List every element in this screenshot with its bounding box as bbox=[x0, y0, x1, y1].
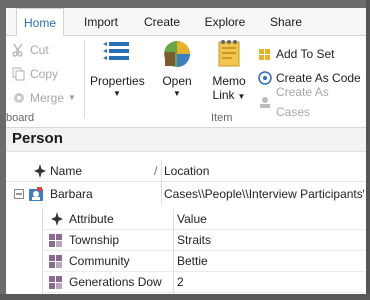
case-name: Barbara bbox=[50, 187, 93, 201]
attributes-header-row: Attribute Value bbox=[43, 209, 366, 230]
section-header: Person bbox=[6, 128, 366, 152]
chevron-down-icon: ▼ bbox=[237, 92, 246, 101]
ribbon-tabs: Home Import Create Explore Share bbox=[6, 8, 366, 37]
properties-icon bbox=[101, 38, 133, 70]
ribbon-separator bbox=[84, 40, 85, 118]
attribute-icon bbox=[49, 276, 63, 289]
attribute-value[interactable]: 2 bbox=[177, 272, 327, 293]
add-to-set-icon bbox=[258, 47, 272, 61]
attribute-value[interactable]: Straits bbox=[177, 230, 327, 251]
merge-button[interactable]: Merge ▼ bbox=[12, 88, 76, 108]
attribute-value[interactable]: Bettie bbox=[177, 251, 327, 272]
copy-icon bbox=[12, 67, 26, 81]
column-divider bbox=[173, 209, 174, 294]
tab-home[interactable]: Home bbox=[16, 8, 64, 37]
memo-link-button[interactable]: Memo Link ▼ bbox=[204, 38, 254, 103]
open-button[interactable]: Open ▼ bbox=[152, 38, 202, 100]
add-to-set-button[interactable]: Add To Set bbox=[258, 44, 335, 64]
attribute-icon bbox=[49, 255, 63, 268]
collapse-toggle[interactable] bbox=[14, 183, 26, 205]
open-label: Open bbox=[162, 74, 192, 88]
window-shadow-bottom bbox=[0, 294, 370, 300]
item-group-label: Item bbox=[211, 112, 233, 124]
sparkle-icon bbox=[51, 209, 65, 230]
attributes-grid: Attribute Value Township Straits Communi… bbox=[42, 209, 366, 294]
clipboard-group-label: board bbox=[6, 112, 35, 124]
cut-button[interactable]: Cut bbox=[12, 40, 49, 60]
case-icon bbox=[28, 183, 46, 205]
copy-label: Copy bbox=[30, 67, 59, 81]
tab-create[interactable]: Create bbox=[138, 8, 186, 36]
create-cases-icon bbox=[258, 95, 272, 109]
sparkle-icon bbox=[34, 160, 48, 182]
table-row[interactable]: Community Bettie bbox=[43, 251, 366, 272]
scissors-icon bbox=[12, 43, 26, 57]
column-header-name[interactable]: Name bbox=[50, 160, 150, 182]
grid-header-row: Name / Location bbox=[6, 160, 366, 182]
column-divider bbox=[161, 160, 162, 205]
attribute-name: Generations Dow bbox=[69, 275, 162, 289]
create-as-cases-label: Create As Cases bbox=[276, 85, 329, 119]
chevron-down-icon: ▼ bbox=[173, 89, 181, 98]
attribute-icon bbox=[49, 234, 63, 247]
tab-import[interactable]: Import bbox=[76, 8, 126, 36]
memo-icon bbox=[213, 38, 245, 70]
memo-label: Memo bbox=[212, 74, 246, 88]
attribute-name: Township bbox=[69, 233, 120, 247]
app-window: Home Import Create Explore Share Cut Cop… bbox=[6, 8, 366, 294]
open-icon bbox=[161, 38, 193, 70]
tab-explore[interactable]: Explore bbox=[199, 8, 251, 36]
add-to-set-label: Add To Set bbox=[276, 47, 335, 61]
table-row[interactable]: Township Straits bbox=[43, 230, 366, 251]
table-row[interactable]: Barbara Cases\\People\\Interview Partici… bbox=[6, 183, 366, 205]
merge-icon bbox=[12, 91, 26, 105]
column-header-location[interactable]: Location bbox=[164, 160, 364, 182]
copy-button[interactable]: Copy bbox=[12, 64, 58, 84]
properties-label: Properties bbox=[90, 74, 145, 88]
create-code-icon bbox=[258, 71, 272, 85]
attribute-name: Community bbox=[69, 254, 130, 268]
chevron-down-icon: ▼ bbox=[68, 93, 76, 102]
cut-label: Cut bbox=[30, 43, 49, 57]
merge-label: Merge bbox=[30, 91, 65, 105]
section-title: Person bbox=[12, 130, 63, 147]
cases-grid: Name / Location Barbara Cases\\People\\I… bbox=[6, 152, 366, 294]
table-row[interactable]: Generations Dow 2 bbox=[43, 272, 366, 293]
window-shadow-right bbox=[366, 0, 370, 300]
link-label: Link bbox=[212, 88, 235, 102]
column-header-attribute[interactable]: Attribute bbox=[69, 209, 169, 230]
column-header-value[interactable]: Value bbox=[177, 209, 327, 230]
ribbon: Cut Copy Merge ▼ board Properties ▼ Open… bbox=[6, 36, 366, 128]
create-as-cases-button[interactable]: Create As Cases bbox=[258, 85, 366, 119]
chevron-down-icon: ▼ bbox=[113, 89, 121, 98]
tab-share[interactable]: Share bbox=[264, 8, 308, 36]
case-location: Cases\\People\\Interview Participants\ bbox=[164, 187, 364, 201]
properties-button[interactable]: Properties ▼ bbox=[90, 38, 145, 100]
